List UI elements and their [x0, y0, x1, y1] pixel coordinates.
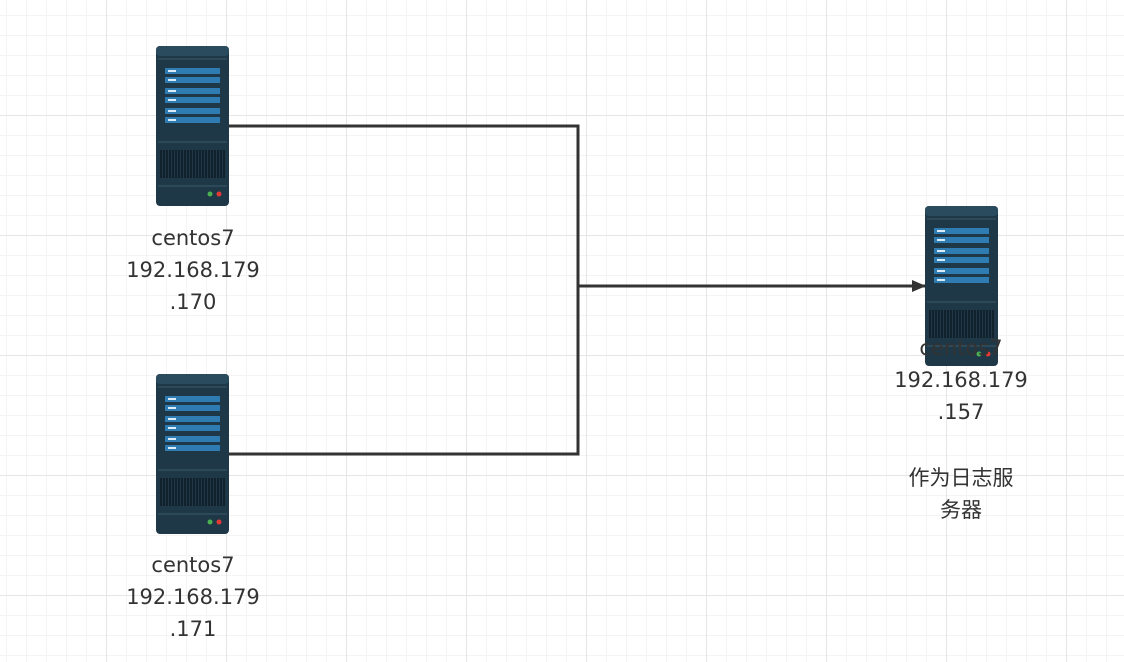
- caption-line-2: 务器: [940, 498, 982, 522]
- server-client-2[interactable]: [156, 374, 229, 534]
- server-label-client-2: centos7 192.168.179 .171: [113, 549, 273, 645]
- server-icon: [156, 46, 229, 206]
- caption-line-1: 作为日志服: [908, 466, 1014, 490]
- ip-suffix: .157: [937, 400, 985, 424]
- ip-address: 192.168.179: [126, 258, 260, 282]
- ip-address: 192.168.179: [894, 368, 1028, 392]
- server-label-client-1: centos7 192.168.179 .170: [113, 222, 273, 318]
- server-client-1[interactable]: [156, 46, 229, 206]
- hostname: centos7: [151, 553, 235, 577]
- connector-client-2[interactable]: [229, 286, 580, 456]
- diagram-canvas: centos7 192.168.179 .170 centos7 192.168…: [0, 0, 1124, 662]
- hostname: centos7: [919, 336, 1003, 360]
- log-server-caption: 作为日志服 务器: [881, 462, 1041, 526]
- server-icon: [156, 374, 229, 534]
- ip-address: 192.168.179: [126, 585, 260, 609]
- connector-client-1[interactable]: [229, 124, 580, 286]
- ip-suffix: .171: [169, 617, 217, 641]
- server-label-log-server: centos7 192.168.179 .157: [881, 332, 1041, 428]
- hostname: centos7: [151, 226, 235, 250]
- ip-suffix: .170: [169, 290, 217, 314]
